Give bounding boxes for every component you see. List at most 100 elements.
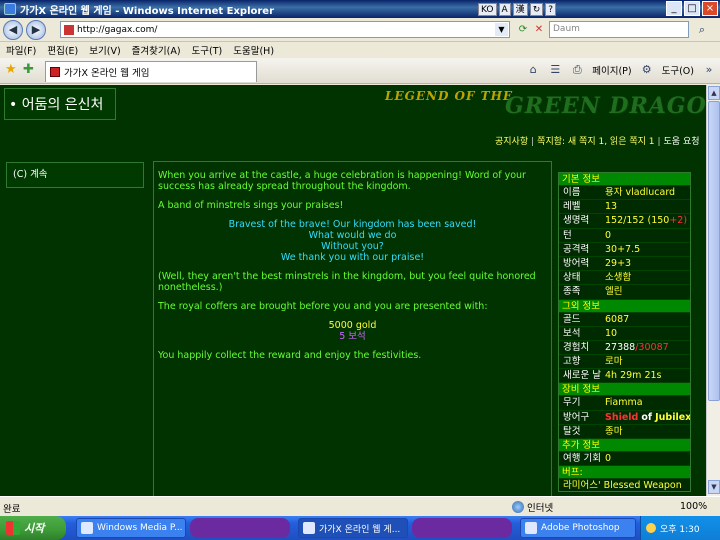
stat-value: 용자 vladlucard	[605, 187, 676, 198]
search-icon[interactable]: ⌕	[694, 22, 710, 38]
exp-next: /30087	[635, 341, 669, 353]
maximize-button[interactable]: □	[684, 1, 700, 16]
stat-label: 생명력	[563, 215, 590, 227]
vertical-scrollbar[interactable]: ▲ ▼	[706, 85, 720, 496]
help-link[interactable]: 도움 요청	[664, 137, 700, 147]
stat-row: 턴0	[559, 229, 690, 243]
search-input[interactable]: Daum	[549, 21, 689, 38]
redacted-taskbar-item	[190, 518, 290, 538]
add-favorite-icon[interactable]: ✚	[23, 63, 37, 77]
stat-value: Shield of Jubilex	[605, 411, 690, 424]
tools-menu[interactable]: 도구(O)	[662, 63, 694, 77]
character-stats: 기본 정보 이름 용자 vladlucard 레벨 13 생명력 152/152 (1…	[558, 172, 691, 492]
close-button[interactable]: ×	[702, 1, 718, 16]
stat-label: 경험치	[563, 341, 590, 353]
story-p4: The royal coffers are brought before you…	[158, 301, 488, 312]
story-p3: (Well, they aren't the best minstrels in…	[158, 271, 536, 293]
internet-globe-icon	[512, 501, 524, 513]
home-icon[interactable]: ⌂	[526, 63, 540, 77]
taskbar-item-ie[interactable]: 가가X 온라인 웹 게...	[298, 518, 408, 538]
stat-row: 방어구 Shield of Jubilex	[559, 411, 690, 425]
zoom-level[interactable]: 100%	[680, 501, 707, 512]
stat-value: 29+3	[605, 257, 632, 269]
menu-file[interactable]: 파일(F)	[6, 43, 36, 57]
scroll-down-button[interactable]: ▼	[708, 480, 720, 494]
stat-row: 고향 로마	[559, 355, 690, 370]
tab-favicon	[50, 67, 60, 77]
exp-current: 27388	[605, 341, 636, 353]
address-url[interactable]: http://gagax.com/	[77, 25, 157, 35]
ime-a[interactable]: A	[498, 2, 511, 16]
ime-refresh[interactable]: ↻	[529, 2, 544, 16]
stat-label: 고향	[563, 356, 581, 368]
ime-help[interactable]: ?	[545, 2, 557, 16]
menu-view[interactable]: 보기(V)	[89, 43, 120, 57]
stop-icon[interactable]: ✕	[531, 22, 547, 38]
stat-label: 방어력	[563, 257, 590, 269]
stat-value: 소생함	[605, 272, 632, 284]
scroll-up-button[interactable]: ▲	[708, 86, 720, 100]
song-line: Without you?	[321, 241, 384, 252]
hp-base: (150	[647, 215, 670, 227]
stat-label: 상태	[563, 272, 581, 284]
song-line: What would we do	[308, 230, 397, 241]
address-dropdown[interactable]: ▼	[495, 23, 508, 36]
ime-hanja[interactable]: 漢	[512, 2, 528, 16]
ime-ko[interactable]: KO	[478, 2, 497, 16]
stat-row: 상태 소생함	[559, 271, 690, 286]
favorites-star-icon[interactable]: ★	[5, 63, 19, 77]
stat-row: 경험치 27388/30087	[559, 341, 690, 356]
address-bar[interactable]: http://gagax.com/ ▼	[60, 21, 510, 38]
command-bar: ⌂ ☰ ⎙ 페이지(P) ⚙ 도구(O) »	[526, 63, 716, 77]
stat-row: 공격력 30+7.5	[559, 243, 690, 257]
menu-edit[interactable]: 편집(E)	[47, 43, 78, 57]
system-tray: 오후 1:30	[640, 516, 720, 540]
page-menu[interactable]: 페이지(P)	[592, 63, 631, 77]
ie-window: 가가X 온라인 웹 게임 - Windows Internet Explorer…	[0, 0, 720, 540]
ime-bar[interactable]: KO A 漢 ↻ ?	[478, 2, 557, 16]
back-button[interactable]: ◀	[3, 19, 23, 40]
continue-link[interactable]: (C) 계속	[6, 162, 144, 188]
armor-of: of	[641, 411, 653, 423]
taskbar-item-media-player[interactable]: Windows Media P...	[76, 518, 186, 538]
ie-icon	[4, 3, 16, 15]
stat-label: 보석	[563, 327, 581, 339]
security-zone: 인터넷	[512, 500, 553, 514]
start-button[interactable]: 시작	[0, 516, 66, 540]
song-line: Bravest of the brave! Our kingdom has be…	[228, 219, 477, 230]
feeds-icon[interactable]: ☰	[548, 63, 562, 77]
reward-gold: 5000 gold	[328, 320, 377, 331]
scroll-thumb[interactable]	[708, 101, 720, 401]
taskbar-item-label: Windows Media P...	[97, 523, 183, 533]
forward-button[interactable]: ▶	[26, 19, 46, 40]
tab-gagax[interactable]: 가가X 온라인 웹 게임	[45, 61, 257, 82]
tab-row: ★ ✚ 가가X 온라인 웹 게임 ⌂ ☰ ⎙ 페이지(P) ⚙ 도구(O) »	[0, 58, 720, 84]
stat-label: 무기	[563, 397, 581, 409]
tray-smiley-icon[interactable]	[646, 523, 656, 533]
menu-help[interactable]: 도움말(H)	[233, 43, 274, 57]
mailbox-link[interactable]: 쪽지함: 새 쪽지 1, 읽은 쪽지 1	[537, 137, 654, 147]
notice-link[interactable]: 공지사항	[495, 137, 528, 147]
redacted-taskbar-item	[412, 518, 512, 538]
double-chevron-icon[interactable]: »	[702, 63, 716, 77]
logo-main-text: GREEN DRAGON	[505, 93, 706, 119]
print-icon[interactable]: ⎙	[570, 63, 584, 77]
menu-tools[interactable]: 도구(T)	[192, 43, 223, 57]
stat-row: 여행 기회 0	[559, 452, 690, 467]
minimize-button[interactable]: _	[666, 1, 682, 16]
stats-section-extra: 추가 정보	[559, 439, 690, 452]
stat-value: 로마	[605, 356, 623, 368]
stat-label: 여행 기회	[563, 453, 601, 464]
stat-value: 4h 29m 21s	[605, 370, 662, 382]
stat-value: 0	[605, 453, 612, 464]
taskbar-item-photoshop[interactable]: Adobe Photoshop	[520, 518, 636, 538]
gear-icon[interactable]: ⚙	[640, 63, 654, 77]
menu-favorites[interactable]: 즐겨찾기(A)	[132, 43, 181, 57]
stat-value: 0	[605, 229, 612, 241]
stat-value: Fiamma	[605, 397, 643, 409]
zone-label: 인터넷	[527, 503, 554, 514]
refresh-icon[interactable]: ⟳	[515, 22, 531, 38]
stat-label: 새로운 날	[563, 370, 601, 382]
stats-section-equip: 장비 정보	[559, 383, 690, 397]
stat-value: 13	[605, 201, 618, 213]
